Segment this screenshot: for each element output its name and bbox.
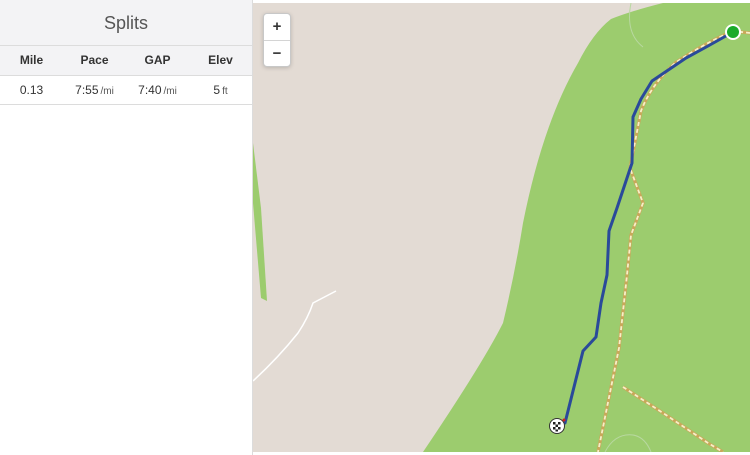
zoom-in-button[interactable]: + (264, 14, 290, 40)
split-elev: 5 ft (189, 75, 252, 105)
split-mile: 0.13 (0, 75, 63, 105)
split-pace: 7:55/mi (63, 75, 126, 105)
route-map[interactable]: + − (253, 3, 750, 452)
column-header-pace: Pace (63, 46, 126, 76)
split-gap: 7:40/mi (126, 75, 189, 105)
split-gap-unit: /mi (163, 85, 177, 97)
split-pace-unit: /mi (100, 85, 114, 97)
table-row: 0.13 7:55/mi 7:40/mi 5 ft (0, 75, 252, 105)
map-canvas[interactable] (253, 3, 750, 452)
split-elev-unit: ft (222, 85, 228, 97)
splits-panel: Splits Mile Pace GAP Elev 0.13 7:55/mi 7… (0, 0, 253, 455)
split-pace-value: 7:55 (75, 82, 99, 97)
column-header-mile: Mile (0, 46, 63, 76)
start-marker-icon[interactable] (725, 24, 741, 40)
splits-title: Splits (0, 0, 252, 46)
activity-view: Splits Mile Pace GAP Elev 0.13 7:55/mi 7… (0, 0, 750, 455)
zoom-out-button[interactable]: − (264, 40, 290, 66)
zoom-control: + − (263, 13, 291, 67)
column-header-gap: GAP (126, 46, 189, 76)
column-header-elev: Elev (189, 46, 252, 76)
split-mile-value: 0.13 (19, 82, 44, 97)
split-gap-value: 7:40 (138, 82, 162, 97)
splits-header-row: Mile Pace GAP Elev (0, 46, 252, 76)
splits-table: Mile Pace GAP Elev 0.13 7:55/mi 7:40/mi … (0, 46, 252, 105)
split-elev-value: 5 (213, 82, 221, 97)
